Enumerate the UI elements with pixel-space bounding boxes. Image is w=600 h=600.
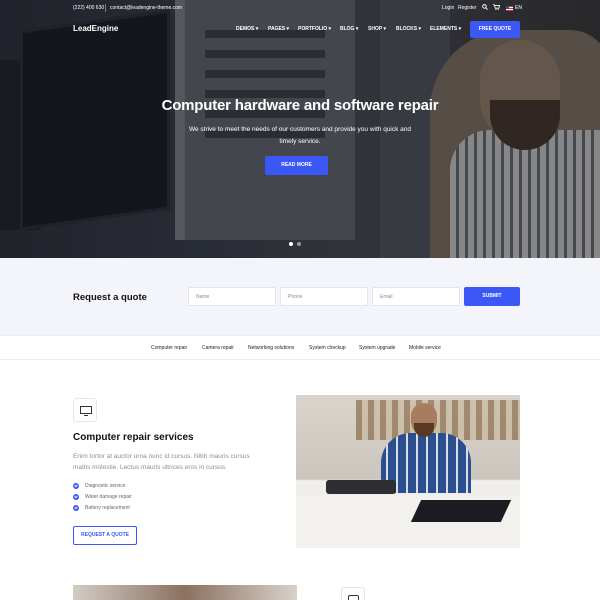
email-field[interactable] <box>372 287 460 306</box>
feature-photo <box>296 395 520 548</box>
nav-elements[interactable]: ELEMENTS ▾ <box>430 26 461 32</box>
nav-pages[interactable]: PAGES ▾ <box>268 26 289 32</box>
top-divider <box>105 4 106 12</box>
monitor-icon <box>73 398 97 422</box>
hero-title: Computer hardware and software repair <box>161 97 439 114</box>
read-more-button[interactable]: READ MORE <box>265 156 328 175</box>
free-quote-button[interactable]: FREE QUOTE <box>470 21 520 38</box>
slider-dot-1[interactable] <box>289 242 293 246</box>
tab-camera-repair[interactable]: Camera repair <box>202 345 234 351</box>
slider-dots <box>289 242 301 246</box>
slider-dot-2[interactable] <box>297 242 301 246</box>
top-bar: (222) 400 630 contact@leadengine-theme.c… <box>73 4 522 14</box>
search-icon[interactable] <box>482 4 488 12</box>
camera-icon <box>341 587 365 600</box>
hero-section: (222) 400 630 contact@leadengine-theme.c… <box>0 0 600 258</box>
site-logo[interactable]: LeadEngine <box>73 24 118 33</box>
feature-title: Computer repair services <box>73 432 194 443</box>
phone-field[interactable] <box>280 287 368 306</box>
tab-mobile-service[interactable]: Mobile service <box>409 345 441 351</box>
nav-blog[interactable]: BLOG ▾ <box>340 26 358 32</box>
login-link[interactable]: Login <box>442 5 454 11</box>
submit-button[interactable]: SUBMIT <box>464 287 520 306</box>
tab-networking-solutions[interactable]: Networking solutions <box>248 345 294 351</box>
tab-system-checkup[interactable]: System checkup <box>309 345 346 351</box>
second-feature-photo <box>73 585 297 600</box>
top-phone[interactable]: (222) 400 630 <box>73 5 104 11</box>
nav-blocks[interactable]: BLOCKS ▾ <box>396 26 421 32</box>
nav-demos[interactable]: DEMOS ▾ <box>236 26 258 32</box>
name-field[interactable] <box>188 287 276 306</box>
check-item: Diagnostic service <box>73 483 126 489</box>
language-label: EN <box>515 5 522 11</box>
services-tabs: Computer repair Camera repair Networking… <box>0 335 600 360</box>
language-switcher[interactable]: EN <box>506 5 522 11</box>
tab-computer-repair[interactable]: Computer repair <box>151 345 187 351</box>
top-email[interactable]: contact@leadengine-theme.com <box>110 5 182 11</box>
nav-shop[interactable]: SHOP ▾ <box>368 26 386 32</box>
check-item: Water damage repair <box>73 494 132 500</box>
nav-portfolio[interactable]: PORTFOLIO ▾ <box>298 26 331 32</box>
hero-subtitle: We strive to meet the needs of our custo… <box>188 126 412 145</box>
check-icon <box>73 494 79 500</box>
check-item: Battery replacement <box>73 505 130 511</box>
quote-title: Request a quote <box>73 292 147 303</box>
request-quote-button[interactable]: REQUEST A QUOTE <box>73 526 137 545</box>
main-nav: DEMOS ▾ PAGES ▾ PORTFOLIO ▾ BLOG ▾ SHOP … <box>236 26 466 34</box>
check-icon <box>73 505 79 511</box>
tab-system-upgrade[interactable]: System upgrade <box>359 345 395 351</box>
register-link[interactable]: Register <box>458 5 477 11</box>
check-icon <box>73 483 79 489</box>
feature-description: Enim tortor at auctor urna nunc id cursu… <box>73 453 250 471</box>
cart-icon[interactable] <box>493 4 501 12</box>
us-flag-icon <box>506 5 513 11</box>
